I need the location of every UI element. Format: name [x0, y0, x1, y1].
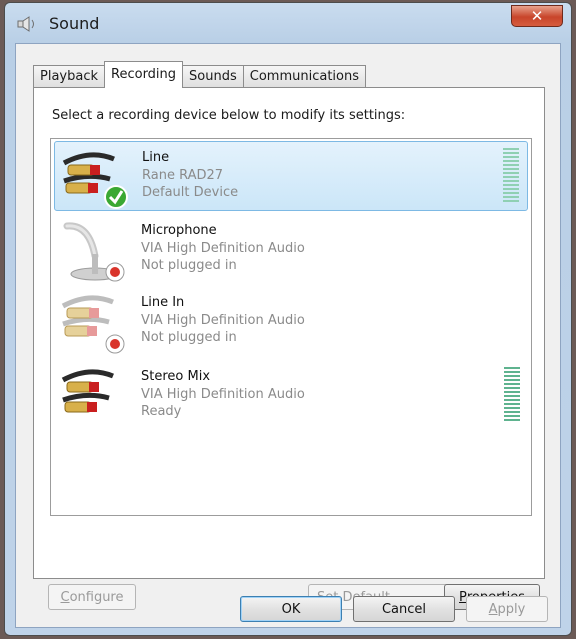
- device-status: Not plugged in: [141, 258, 237, 273]
- rca-cable-icon: [61, 295, 125, 354]
- device-status: Not plugged in: [141, 330, 237, 345]
- device-name: Stereo Mix: [141, 369, 211, 384]
- device-name: Microphone: [141, 223, 217, 238]
- level-meter: [504, 367, 520, 425]
- ok-button[interactable]: OK: [240, 596, 342, 622]
- cancel-button[interactable]: Cancel: [353, 596, 455, 622]
- device-list[interactable]: Line Rane RAD27 Default Device Microphon…: [50, 138, 532, 516]
- device-name: Line: [142, 150, 170, 165]
- device-status: Default Device: [142, 185, 239, 200]
- check-badge-icon: [104, 185, 128, 209]
- rca-cable-icon: [62, 152, 128, 209]
- rca-cable-icon: [61, 369, 114, 413]
- device-driver: VIA High Definition Audio: [141, 387, 305, 402]
- close-button[interactable]: ✕: [511, 5, 563, 27]
- speaker-icon: [17, 16, 34, 32]
- device-item-line-in[interactable]: Line In VIA High Definition Audio Not pl…: [54, 287, 528, 357]
- tab-playback[interactable]: Playback: [33, 65, 106, 88]
- tab-strip: Playback Recording Sounds Communications: [33, 61, 367, 88]
- tab-sounds[interactable]: Sounds: [182, 65, 244, 88]
- device-driver: VIA High Definition Audio: [141, 313, 305, 328]
- device-driver: VIA High Definition Audio: [141, 241, 305, 256]
- instruction-text: Select a recording device below to modif…: [52, 108, 406, 123]
- device-driver: Rane RAD27: [142, 168, 224, 183]
- device-item-microphone[interactable]: Microphone VIA High Definition Audio Not…: [54, 215, 528, 285]
- device-item-stereo-mix[interactable]: Stereo Mix VIA High Definition Audio Rea…: [54, 361, 528, 431]
- recording-tab-panel: Select a recording device below to modif…: [33, 87, 545, 610]
- dialog-footer: OK Cancel Apply: [16, 592, 560, 628]
- window-title: Sound: [49, 14, 100, 33]
- apply-button[interactable]: Apply: [466, 596, 548, 622]
- level-meter: [503, 148, 519, 206]
- title-bar[interactable]: Sound ✕: [5, 3, 571, 43]
- dialog-client-area: Playback Recording Sounds Communications…: [15, 43, 561, 628]
- sound-dialog: Sound ✕ Playback Recording Sounds Commun…: [4, 2, 572, 636]
- tab-communications[interactable]: Communications: [242, 65, 367, 88]
- tab-recording[interactable]: Recording: [104, 61, 184, 88]
- device-status: Ready: [141, 404, 182, 419]
- device-name: Line In: [141, 295, 185, 310]
- microphone-icon: [63, 222, 125, 282]
- device-item-line[interactable]: Line Rane RAD27 Default Device: [54, 141, 528, 211]
